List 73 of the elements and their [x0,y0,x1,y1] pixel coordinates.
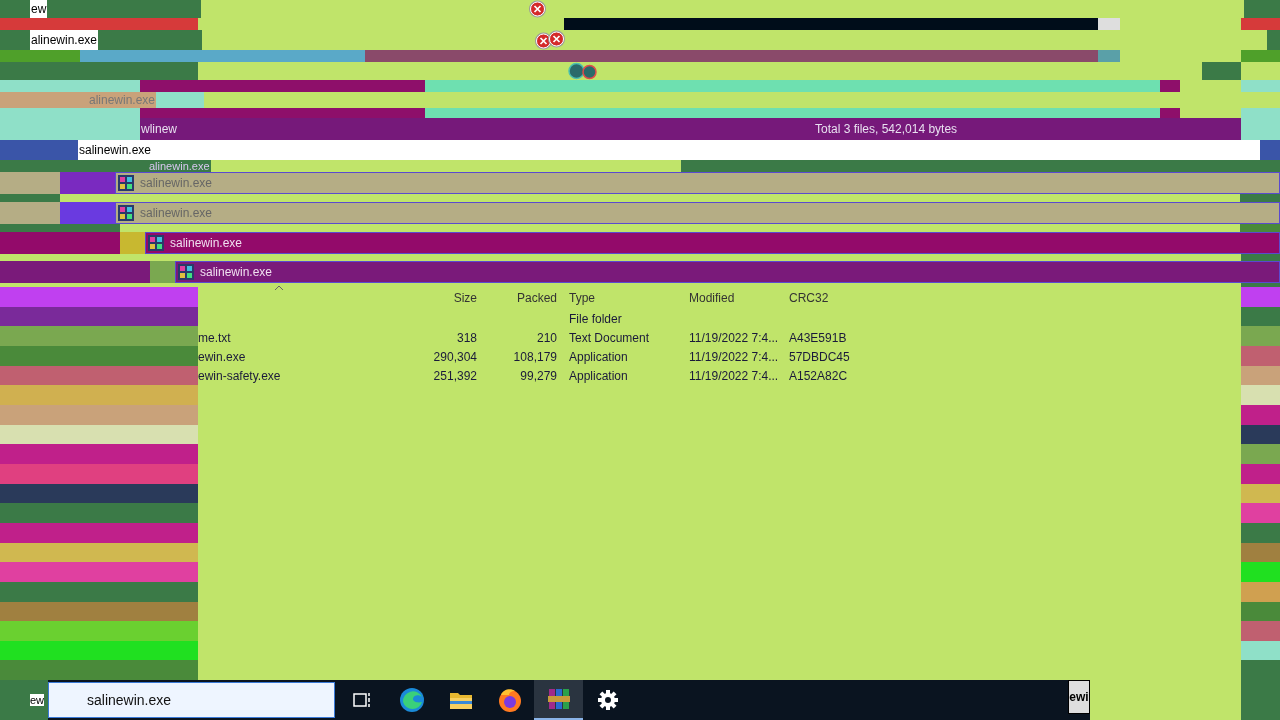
table-cell: 318 [456,330,477,345]
glitch-stripe [1241,365,1280,386]
file-name: salinewin.exe [200,265,273,279]
file-name: ewin-safety.exe [198,368,281,383]
text-fragment: alinewin.exe [30,34,99,46]
column-header[interactable]: Modified [682,291,782,305]
search-field[interactable]: salinewin.exe [48,682,335,718]
table-cell: 210 [536,330,557,345]
glitch-stripe [1241,601,1280,622]
app-icon [118,175,134,191]
column-header[interactable]: Type [562,291,682,305]
archive-icon [546,687,571,711]
table-cell: 99,279 [520,368,557,383]
glitch-stripe [1241,424,1280,445]
text-fragment: alinewin.exe [88,94,157,106]
glitch-stripe [1241,444,1280,464]
app-icon [118,205,134,221]
text-fragment: ew [30,3,48,15]
table-cell: Application [569,349,628,364]
table-cell: 251,392 [433,368,477,383]
table-cell: Text Document [569,330,650,345]
table-cell: 290,304 [433,349,477,364]
glitch-stripe [1241,522,1280,543]
glitch-stripe [1241,640,1280,661]
glitch-stripe [1241,483,1280,504]
glitch-stripe [1241,385,1280,405]
app-icon [148,235,164,251]
table-cell: File folder [569,311,622,326]
browser-icon [398,687,425,713]
table-cell: 11/19/2022 7:4... [689,368,779,383]
file-name: salinewin.exe [140,176,213,190]
file-row[interactable]: salinewin.exe [145,232,1280,254]
file-name: salinewin.exe [140,206,213,220]
column-header[interactable]: Packed [482,291,562,305]
glitch-stripe [1241,463,1280,484]
settings-icon [596,689,619,711]
column-header[interactable]: CRC32 [782,291,852,305]
glitch-stripe [1240,194,1280,202]
table-cell: A43E591B [789,330,847,345]
file-row[interactable]: salinewin.exe [175,261,1280,283]
table-cell: A152A82C [789,368,848,383]
glitch-stripe [1241,542,1280,563]
table-cell: 57DBDC45 [789,349,850,364]
glitch-stripe [1241,581,1280,602]
status-text: Total 3 files, 542,014 bytes [814,122,958,136]
glitch-stripe [1241,326,1280,346]
text-fragment: wlinew [140,123,178,135]
sort-caret-icon [274,285,284,291]
folder-icon [448,690,473,710]
glitch-stripe [1241,621,1280,641]
glitch-stripe [1241,503,1280,523]
glitch-stripe [1241,345,1280,366]
text-fragment: alinewin.exe [148,160,211,172]
table-cell: 11/19/2022 7:4... [689,330,779,345]
app-icon [178,264,194,280]
file-name: me.txt [198,330,231,345]
table-cell: 108,179 [513,349,557,364]
glitch-stripe [1241,306,1280,327]
table-cell: Application [569,368,628,383]
glitch-stripe [1241,562,1280,582]
firefox-icon [496,687,523,713]
task-view-icon [352,691,373,709]
glitch-stripe [1241,254,1280,261]
taskbar-button[interactable] [534,680,583,720]
glitch-stripe [1240,224,1280,232]
glitch-stripe [1241,404,1280,425]
file-name: ewin.exe [198,349,246,364]
column-header[interactable]: Size [407,291,482,305]
text-fragment: salinewin.exe [78,144,153,156]
table-cell: 11/19/2022 7:4... [689,349,779,364]
file-name: salinewin.exe [170,236,243,250]
window-button[interactable]: ewi [1068,680,1090,714]
text-fragment: ew [30,694,45,706]
